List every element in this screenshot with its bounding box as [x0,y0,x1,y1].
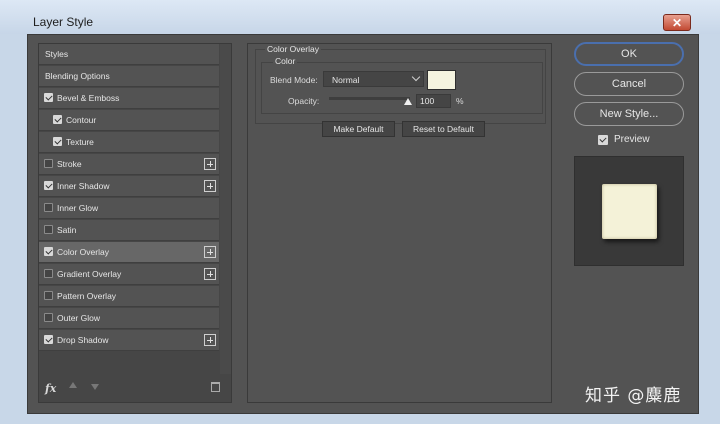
add-effect-icon[interactable] [204,180,216,192]
color-overlay-panel: Color Overlay Color Blend Mode: Normal O… [247,43,552,403]
style-checkbox[interactable] [44,269,53,278]
styles-panel: Styles Blending Options Bevel & Emboss Cont… [38,43,232,403]
styles-list: Styles Blending Options Bevel & Emboss Cont… [39,44,219,374]
style-checkbox[interactable] [44,93,53,102]
style-preview [574,156,684,266]
style-item-label: Pattern Overlay [57,291,117,301]
add-effect-icon[interactable] [204,268,216,280]
style-item-label: Styles [45,49,69,59]
style-item-contour[interactable]: Contour [39,110,219,131]
style-item-label: Gradient Overlay [57,269,122,279]
style-item-label: Blending Options [45,71,110,81]
opacity-slider-track[interactable] [329,97,410,100]
ok-button[interactable]: OK [574,42,684,66]
watermark: 知乎 @麋鹿 [585,386,682,406]
section-title: Color Overlay [265,44,321,54]
blend-mode-select[interactable]: Normal [323,71,424,87]
style-checkbox[interactable] [44,313,53,322]
style-item-gradient-overlay[interactable]: Gradient Overlay [39,264,219,285]
opacity-input[interactable]: 100 [416,94,451,108]
style-item-styles[interactable]: Styles [39,44,219,65]
style-item-outer-glow[interactable]: Outer Glow [39,308,219,329]
overlay-color-swatch[interactable] [427,70,456,90]
style-checkbox[interactable] [44,181,53,190]
style-item-label: Outer Glow [57,313,100,323]
add-effect-icon[interactable] [204,246,216,258]
move-down-icon[interactable] [91,384,99,390]
blend-mode-label: Blend Mode: [270,75,318,85]
chevron-down-icon [411,72,421,82]
preview-label: Preview [614,134,650,145]
style-item-blending-options[interactable]: Blending Options [39,66,219,87]
style-checkbox[interactable] [44,203,53,212]
style-item-texture[interactable]: Texture [39,132,219,153]
trash-icon[interactable] [211,382,220,392]
title-bar[interactable]: Layer Style ✕ [0,0,720,34]
style-item-label: Contour [66,115,97,125]
group-title: Color [273,56,298,66]
style-checkbox[interactable] [44,291,53,300]
style-item-bevel-emboss[interactable]: Bevel & Emboss [39,88,219,109]
new-style-button[interactable]: New Style... [574,102,684,126]
style-item-drop-shadow[interactable]: Drop Shadow [39,330,219,351]
layer-style-window: Layer Style ✕ Styles Blending Options Beve… [0,0,720,424]
reset-to-default-button[interactable]: Reset to Default [402,121,485,137]
style-item-label: Inner Shadow [57,181,110,191]
blend-mode-value: Normal [332,75,360,85]
fx-icon[interactable]: fx [45,382,56,395]
style-item-label: Inner Glow [57,203,99,213]
style-item-label: Drop Shadow [57,335,109,345]
move-up-icon[interactable] [69,382,77,388]
opacity-label: Opacity: [288,96,320,106]
style-checkbox[interactable] [44,225,53,234]
cancel-button[interactable]: Cancel [574,72,684,96]
style-checkbox[interactable] [44,159,53,168]
style-item-label: Color Overlay [57,247,109,257]
add-effect-icon[interactable] [204,158,216,170]
styles-list-scrollbar[interactable] [220,44,231,374]
make-default-button[interactable]: Make Default [322,121,395,137]
style-item-satin[interactable]: Satin [39,220,219,241]
style-checkbox[interactable] [44,335,53,344]
style-checkbox[interactable] [44,247,53,256]
style-item-inner-glow[interactable]: Inner Glow [39,198,219,219]
color-group-box [261,62,543,114]
style-checkbox[interactable] [53,115,62,124]
style-item-inner-shadow[interactable]: Inner Shadow [39,176,219,197]
style-checkbox[interactable] [53,137,62,146]
style-item-color-overlay[interactable]: Color Overlay [39,242,219,263]
style-item-stroke[interactable]: Stroke [39,154,219,175]
window-title: Layer Style [33,15,94,29]
style-item-label: Texture [66,137,94,147]
preview-thumbnail [602,184,657,239]
dialog-content: Styles Blending Options Bevel & Emboss Cont… [27,34,699,414]
add-effect-icon[interactable] [204,334,216,346]
styles-toolbar: fx [39,374,231,402]
close-button[interactable]: ✕ [663,14,691,31]
opacity-slider-thumb[interactable] [404,98,412,105]
style-item-pattern-overlay[interactable]: Pattern Overlay [39,286,219,307]
preview-checkbox[interactable] [598,135,608,145]
style-item-label: Bevel & Emboss [57,93,120,103]
style-item-label: Stroke [57,159,82,169]
opacity-unit: % [456,96,464,106]
style-item-label: Satin [57,225,77,235]
